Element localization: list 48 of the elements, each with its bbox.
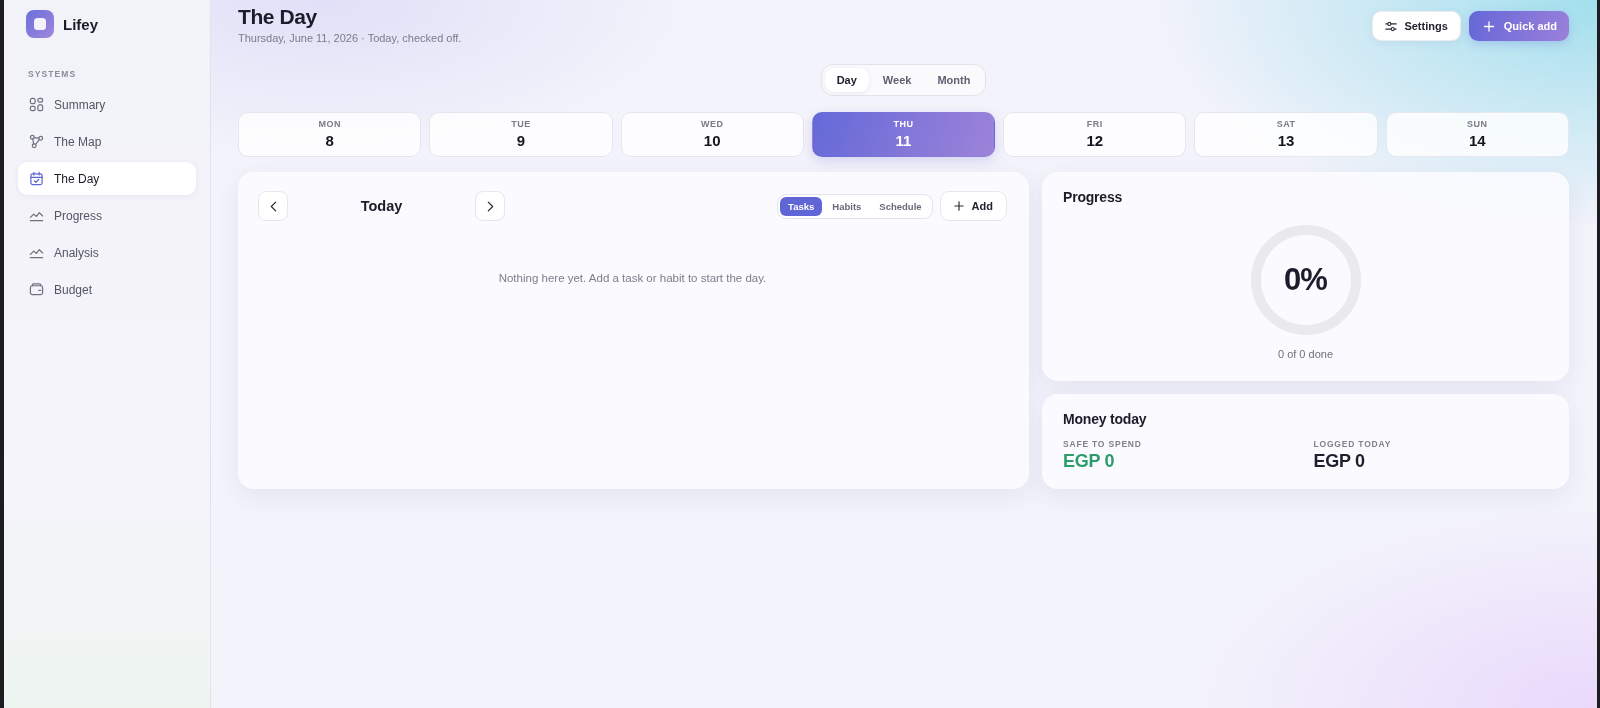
progress-percent: 0% [1284, 262, 1327, 298]
view-tab[interactable]: Month [925, 68, 983, 92]
empty-message: Nothing here yet. Add a task or habit to start the day. [498, 271, 767, 286]
stat-label: LOGGED TODAY [1313, 439, 1392, 450]
plus-icon [1482, 20, 1495, 32]
day-button[interactable]: TUE 9 [429, 112, 613, 157]
wallet-icon [29, 282, 44, 297]
day-button[interactable]: MON 8 [238, 112, 422, 157]
nodes-icon [29, 134, 44, 149]
app-logo-icon [26, 10, 54, 38]
plus-icon [953, 201, 964, 211]
nav-item[interactable]: Budget [18, 273, 196, 306]
section-label: SYSTEMS [28, 69, 77, 80]
nav-item[interactable]: Summary [18, 88, 196, 121]
panel-tab[interactable]: Habits [824, 196, 870, 216]
next-day-button[interactable] [475, 191, 505, 221]
add-button[interactable]: Add [939, 191, 1007, 221]
page-title: The Day [238, 4, 317, 30]
grid-icon [29, 97, 44, 112]
day-button[interactable]: SAT 13 [1194, 112, 1378, 157]
day-button[interactable]: THU 11 [811, 112, 996, 157]
settings-button[interactable]: Settings [1372, 11, 1461, 41]
sliders-icon [1385, 20, 1398, 32]
quick-add-button[interactable]: Quick add [1468, 11, 1569, 41]
day-button[interactable]: FRI 12 [1003, 112, 1187, 157]
panel-tab[interactable]: Schedule [871, 196, 930, 216]
previous-day-button[interactable] [258, 191, 288, 221]
app-name: Lifey [63, 15, 98, 33]
calendar-check-icon [29, 171, 44, 186]
page-subtitle: Thursday, June 11, 2026 · Today, checked off. [238, 31, 462, 45]
nav-item[interactable]: Analysis [18, 236, 196, 269]
progress-caption: 0 of 0 done [1277, 347, 1334, 361]
nav-item[interactable]: The Map [18, 125, 196, 158]
panel-title: Today [360, 198, 403, 214]
stat-value: EGP 0 [1063, 451, 1115, 471]
chevron-left-icon [269, 200, 277, 212]
day-button[interactable]: WED 10 [620, 112, 804, 157]
stat-label: SAFE TO SPEND [1063, 439, 1142, 450]
nav-item[interactable]: The Day [18, 162, 196, 195]
view-tab[interactable]: Day [824, 68, 869, 92]
card-title: Progress [1063, 188, 1123, 206]
view-tab[interactable]: Week [870, 68, 924, 92]
nav-item[interactable]: Progress [18, 199, 196, 232]
stat-value: EGP 0 [1313, 451, 1365, 471]
panel-tab[interactable]: Tasks [780, 196, 823, 216]
chevron-right-icon [486, 200, 494, 212]
card-title: Money today [1063, 410, 1147, 428]
day-button[interactable]: SUN 14 [1385, 112, 1569, 157]
